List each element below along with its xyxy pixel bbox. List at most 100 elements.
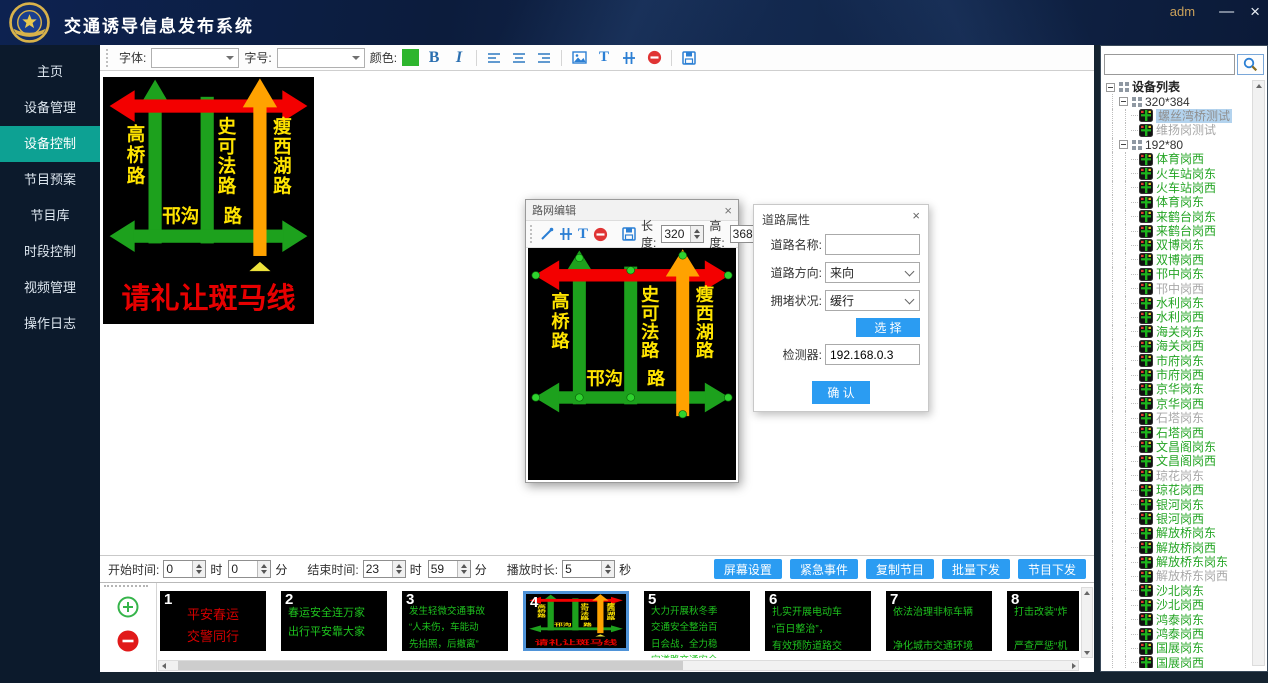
tree-device-1-33[interactable]: 鸿泰岗西: [1105, 627, 1251, 641]
tree-device-1-16[interactable]: 京华岗东: [1105, 382, 1251, 396]
sidebar-item-0[interactable]: 主页: [0, 54, 100, 90]
tree-device-1-27[interactable]: 解放桥岗西: [1105, 541, 1251, 555]
tree-device-1-0[interactable]: 体育岗西: [1105, 152, 1251, 166]
scroll-right-icon[interactable]: [1069, 661, 1078, 670]
sidebar-item-3[interactable]: 节目预案: [0, 162, 100, 198]
tree-device-1-9[interactable]: 邗中岗西: [1105, 281, 1251, 295]
confirm-button[interactable]: 确 认: [812, 381, 870, 404]
tree-device-1-28[interactable]: 解放桥东岗东: [1105, 555, 1251, 569]
end-minute-spinner[interactable]: [428, 560, 471, 578]
scrollbar-thumb[interactable]: [178, 661, 683, 670]
program-thumb-7[interactable]: 依法治理非标车辆 净化城市交通环境7: [886, 591, 992, 651]
tree-device-1-7[interactable]: 双博岗西: [1105, 253, 1251, 267]
tree-collapse-icon[interactable]: [1106, 83, 1115, 92]
scroll-left-icon[interactable]: [159, 661, 168, 670]
toolbar-grip-handle[interactable]: [106, 49, 111, 67]
toolbar-grip-handle[interactable]: [530, 225, 532, 243]
italic-button[interactable]: I: [449, 48, 469, 68]
sidebar-item-5[interactable]: 时段控制: [0, 234, 100, 270]
end-hour-input[interactable]: [364, 561, 392, 577]
tree-device-1-24[interactable]: 银河岗东: [1105, 497, 1251, 511]
drag-handle[interactable]: [104, 585, 148, 587]
editor-canvas[interactable]: 高桥路史可法路瘦西湖路邗沟路请礼让斑马线 路网编辑 × T: [100, 71, 1094, 555]
text-tool-button[interactable]: T: [578, 224, 588, 244]
end-hour-spinner[interactable]: [363, 560, 406, 578]
congestion-select[interactable]: 缓行: [825, 290, 920, 311]
tree-device-1-18[interactable]: 石塔岗东: [1105, 411, 1251, 425]
sidebar-item-6[interactable]: 视频管理: [0, 270, 100, 306]
program-thumb-5[interactable]: 大力开展秋冬季交通安全整治百日会战，全力稳定道路交通安全形势！5: [644, 591, 750, 651]
align-right-button[interactable]: [534, 48, 554, 68]
start-hour-input[interactable]: [164, 561, 192, 577]
tree-device-1-29[interactable]: 解放桥东岗西: [1105, 569, 1251, 583]
sidebar-item-7[interactable]: 操作日志: [0, 306, 100, 342]
start-minute-input[interactable]: [229, 561, 257, 577]
scroll-up-icon[interactable]: [1083, 588, 1092, 597]
spinner-arrows[interactable]: [257, 561, 270, 577]
scroll-down-icon[interactable]: [1083, 648, 1092, 657]
tree-device-1-11[interactable]: 水利岗西: [1105, 310, 1251, 324]
action-button-3[interactable]: 批量下发: [942, 559, 1010, 579]
horizontal-scrollbar[interactable]: [158, 660, 1079, 671]
font-select[interactable]: [151, 48, 239, 68]
road-name-input[interactable]: [825, 234, 920, 255]
tree-device-1-12[interactable]: 海关岗东: [1105, 325, 1251, 339]
program-thumb-6[interactable]: 扎实开展电动车“百日整治”，有效预防道路交通事故。6: [765, 591, 871, 651]
save-button[interactable]: [679, 48, 699, 68]
tree-device-0-0[interactable]: 螺丝湾桥测试: [1105, 109, 1251, 123]
tree-device-1-13[interactable]: 海关岗西: [1105, 339, 1251, 353]
tree-device-1-19[interactable]: 石塔岗西: [1105, 425, 1251, 439]
minimize-icon[interactable]: —: [1219, 4, 1234, 19]
delete-button[interactable]: [644, 48, 664, 68]
length-spinner[interactable]: [661, 225, 704, 243]
road-direction-select[interactable]: 来向: [825, 262, 920, 283]
tree-device-1-5[interactable]: 来鹤台岗西: [1105, 224, 1251, 238]
bold-button[interactable]: B: [424, 48, 444, 68]
vertical-scrollbar[interactable]: [1081, 587, 1093, 658]
tree-device-1-10[interactable]: 水利岗东: [1105, 296, 1251, 310]
align-left-button[interactable]: [484, 48, 504, 68]
draw-line-button[interactable]: [540, 224, 554, 244]
select-detector-button[interactable]: 选 择: [856, 318, 920, 337]
tree-device-1-25[interactable]: 银河岗西: [1105, 512, 1251, 526]
color-swatch[interactable]: [402, 49, 419, 66]
sidebar-item-2[interactable]: 设备控制: [0, 126, 100, 162]
program-thumb-4[interactable]: 高桥路史可法路瘦西湖路邗沟路请礼让斑马线4: [523, 591, 629, 651]
tree-device-1-15[interactable]: 市府岗西: [1105, 368, 1251, 382]
tree-device-1-2[interactable]: 火车站岗西: [1105, 181, 1251, 195]
road-network-button[interactable]: [619, 48, 639, 68]
tree-device-1-14[interactable]: 市府岗东: [1105, 353, 1251, 367]
spinner-arrows[interactable]: [192, 561, 205, 577]
tree-device-1-21[interactable]: 文昌阁岗西: [1105, 454, 1251, 468]
detector-input[interactable]: [825, 344, 920, 365]
tree-device-1-3[interactable]: 体育岗东: [1105, 195, 1251, 209]
tree-device-1-26[interactable]: 解放桥岗东: [1105, 526, 1251, 540]
tree-device-1-32[interactable]: 鸿泰岗东: [1105, 612, 1251, 626]
duration-input[interactable]: [563, 561, 601, 577]
tree-device-1-23[interactable]: 琼花岗西: [1105, 483, 1251, 497]
text-tool-button[interactable]: T: [594, 48, 614, 68]
led-screen-preview[interactable]: 高桥路史可法路瘦西湖路邗沟路请礼让斑马线: [103, 77, 314, 324]
tree-device-1-6[interactable]: 双博岗东: [1105, 238, 1251, 252]
sidebar-item-1[interactable]: 设备管理: [0, 90, 100, 126]
spinner-arrows[interactable]: [601, 561, 614, 577]
action-button-2[interactable]: 复制节目: [866, 559, 934, 579]
action-button-0[interactable]: 屏幕设置: [714, 559, 782, 579]
roadnet-close-icon[interactable]: ×: [724, 203, 732, 218]
roadnet-canvas[interactable]: 高桥路史可法路瘦西湖路邗沟路: [528, 248, 736, 480]
start-minute-spinner[interactable]: [228, 560, 271, 578]
size-select[interactable]: [277, 48, 365, 68]
action-button-1[interactable]: 紧急事件: [790, 559, 858, 579]
duration-spinner[interactable]: [562, 560, 615, 578]
spin-down-icon[interactable]: [694, 235, 700, 239]
tree-device-1-17[interactable]: 京华岗西: [1105, 397, 1251, 411]
add-program-button[interactable]: [117, 596, 139, 618]
start-hour-spinner[interactable]: [163, 560, 206, 578]
tree-device-1-34[interactable]: 国展岗东: [1105, 641, 1251, 655]
program-thumb-1[interactable]: 平安春运交警同行1: [160, 591, 266, 651]
program-thumb-8[interactable]: 打击改装“炸 严查严惩“机8: [1007, 591, 1079, 651]
road-props-close-icon[interactable]: ×: [912, 208, 920, 223]
end-minute-input[interactable]: [429, 561, 457, 577]
scroll-up-icon[interactable]: [1254, 81, 1263, 90]
tree-device-1-4[interactable]: 来鹤台岗东: [1105, 210, 1251, 224]
